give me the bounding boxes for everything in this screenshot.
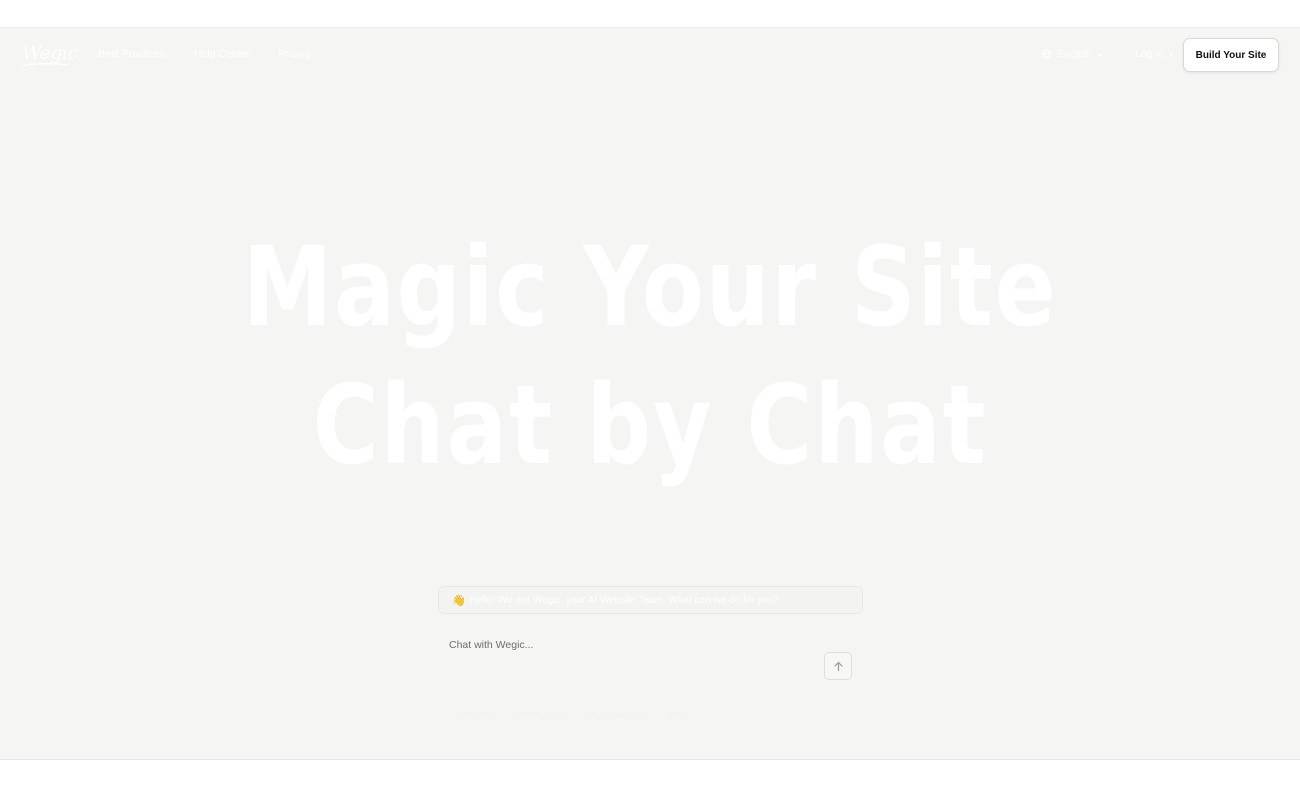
chevron-right-icon (1168, 51, 1173, 57)
suggestion-chip[interactable]: Business Site (591, 710, 646, 720)
login-link[interactable]: Log in (1135, 48, 1174, 60)
send-button[interactable] (824, 652, 852, 680)
chat-input[interactable] (438, 632, 818, 658)
greeting-text: Hello! We are Wegic, your AI Website Tea… (469, 594, 780, 606)
hero-headline: Magic Your Site Chat by Chat (0, 218, 1300, 494)
browser-top-band (0, 0, 1300, 28)
wegic-logo[interactable]: Wegic (21, 42, 78, 67)
chat-composer (438, 632, 863, 692)
login-label: Log in (1135, 48, 1164, 60)
suggestion-chip[interactable]: Blog (667, 710, 685, 720)
build-your-site-button[interactable]: Build Your Site (1183, 38, 1279, 72)
nav-link-help-center[interactable]: Help Center (194, 48, 250, 60)
hero-line-2: Chat by Chat (312, 361, 988, 489)
language-selector[interactable]: English (1042, 48, 1103, 60)
suggestion-chip[interactable]: Portfolio (458, 710, 491, 720)
logo-text: Wegic (22, 42, 78, 64)
landing-page: Wegic Best Practices Help Center Pricing… (0, 28, 1300, 759)
suggestion-chip[interactable]: Landing Page (513, 710, 569, 720)
language-label: English (1057, 48, 1092, 60)
assistant-greeting: 👋 Hello! We are Wegic, your AI Website T… (438, 586, 863, 614)
top-nav: Wegic Best Practices Help Center Pricing… (0, 28, 1300, 84)
nav-link-best-practices[interactable]: Best Practices (98, 48, 165, 60)
logo-swash-icon (21, 62, 69, 67)
nav-link-pricing[interactable]: Pricing (278, 48, 310, 60)
hero-line-1: Magic Your Site (242, 223, 1058, 351)
browser-bottom-band (0, 759, 1300, 788)
waving-hand-icon: 👋 (452, 594, 466, 607)
chevron-down-icon (1097, 52, 1103, 57)
globe-icon (1042, 49, 1052, 59)
suggestion-chips: Portfolio Landing Page Business Site Blo… (458, 710, 685, 720)
arrow-up-icon (833, 661, 843, 671)
